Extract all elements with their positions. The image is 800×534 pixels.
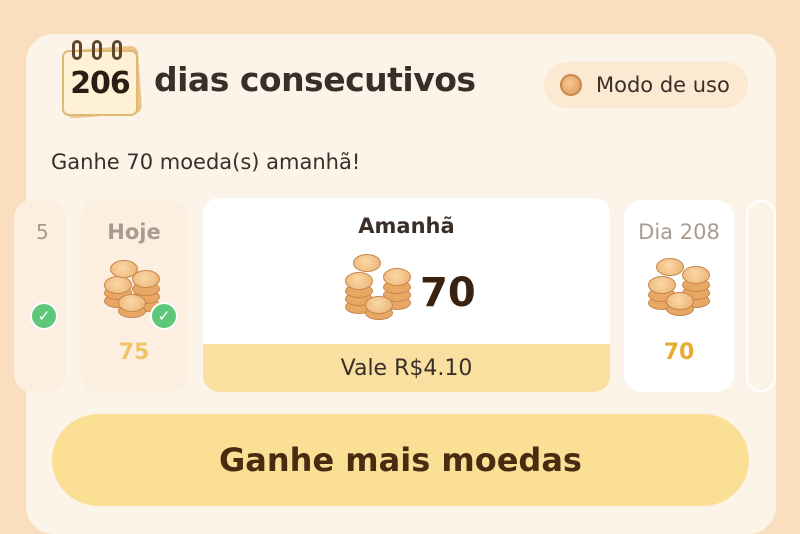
coins-icon	[646, 256, 716, 320]
coin-icon	[560, 74, 582, 96]
day-label: Hoje	[107, 220, 161, 244]
reward-hint: Ganhe 70 moeda(s) amanhã!	[51, 150, 361, 174]
earn-more-coins-button[interactable]: Ganhe mais moedas	[52, 414, 749, 506]
day-card-prev[interactable]: 5 ✓	[14, 200, 66, 392]
day-amount: 75	[118, 340, 150, 365]
day-card-edge[interactable]	[746, 200, 776, 392]
usage-mode-button[interactable]: Modo de uso	[544, 62, 748, 108]
usage-mode-label: Modo de uso	[596, 73, 730, 97]
page-title: dias consecutivos	[154, 60, 476, 99]
calendar-icon: 206	[60, 36, 144, 119]
day-card-tomorrow[interactable]: Amanhã 70 Vale R$4.10	[203, 198, 610, 392]
coin-value-label: Vale R$4.10	[203, 344, 610, 392]
day-card-next[interactable]: Dia 208 70	[624, 200, 734, 392]
day-label: Amanhã	[358, 214, 455, 238]
day-amount: 70	[663, 340, 695, 365]
coins-icon	[343, 252, 419, 322]
checkmark-icon: ✓	[150, 302, 178, 330]
day-label: 5	[36, 220, 49, 244]
day-label: Dia 208	[638, 220, 720, 244]
streak-count: 206	[70, 66, 131, 101]
day-card-today[interactable]: Hoje ✓ 75	[80, 200, 188, 392]
checkmark-icon: ✓	[30, 302, 58, 330]
day-amount: 70	[420, 270, 476, 316]
